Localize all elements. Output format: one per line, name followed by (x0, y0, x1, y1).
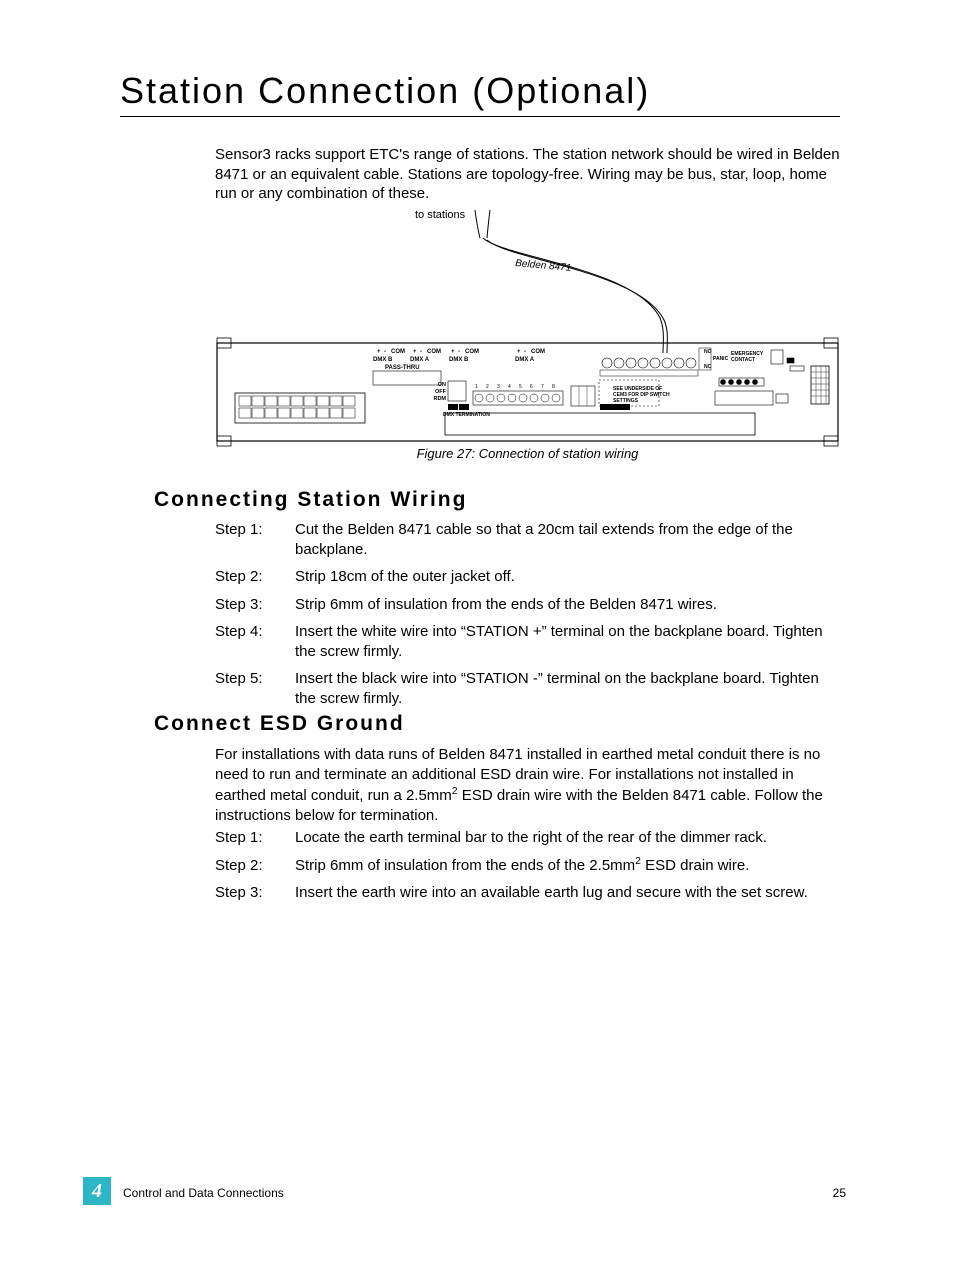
svg-text:DMX TERMINATION: DMX TERMINATION (443, 412, 490, 418)
footer-section-name: Control and Data Connections (123, 1186, 284, 1200)
step-label: Step 2: (215, 567, 295, 587)
step-text: Strip 6mm of insulation from the ends of… (295, 595, 840, 615)
svg-text:PANIC: PANIC (713, 356, 729, 362)
step-label: Step 5: (215, 669, 295, 708)
svg-text:COM: COM (427, 349, 441, 355)
svg-text:2: 2 (486, 384, 489, 390)
svg-text:RDM: RDM (433, 396, 446, 402)
step-text: Insert the black wire into “STATION -” t… (295, 669, 840, 708)
svg-text:8: 8 (552, 384, 555, 390)
step-row: Step 3:Strip 6mm of insulation from the … (215, 595, 840, 615)
svg-text:7: 7 (541, 384, 544, 390)
svg-text:NC: NC (704, 364, 712, 370)
step-label: Step 1: (215, 828, 295, 848)
esd-intro-paragraph: For installations with data runs of Beld… (215, 745, 840, 826)
steps-section-1: Step 1:Cut the Belden 8471 cable so that… (215, 520, 840, 716)
svg-text:-: - (458, 349, 460, 355)
figure-27: to stations Belden 8471 (215, 208, 840, 458)
step-text: Strip 6mm of insulation from the ends of… (295, 856, 840, 876)
svg-text:PASS-THRU: PASS-THRU (385, 365, 420, 371)
svg-text:NO: NO (704, 349, 712, 355)
intro-paragraph: Sensor3 racks support ETC's range of sta… (215, 145, 840, 204)
svg-text:DMX A: DMX A (515, 357, 535, 363)
svg-text:SETTINGS: SETTINGS (613, 398, 639, 404)
step-label: Step 3: (215, 883, 295, 903)
step-text: Strip 18cm of the outer jacket off. (295, 567, 840, 587)
heading-connecting-station-wiring: Connecting Station Wiring (154, 488, 467, 512)
step-row: Step 2:Strip 6mm of insulation from the … (215, 856, 840, 876)
step-text: Cut the Belden 8471 cable so that a 20cm… (295, 520, 840, 559)
step-text: Insert the white wire into “STATION +” t… (295, 622, 840, 661)
svg-text:+: + (377, 349, 381, 355)
svg-text:COM: COM (391, 349, 405, 355)
svg-text:DMX B: DMX B (449, 357, 469, 363)
cable-label: Belden 8471 (515, 258, 572, 274)
svg-text:+: + (451, 349, 455, 355)
svg-text:-: - (524, 349, 526, 355)
step-row: Step 1:Locate the earth terminal bar to … (215, 828, 840, 848)
svg-text:-: - (420, 349, 422, 355)
svg-text:+: + (517, 349, 521, 355)
figure-caption: Figure 27: Connection of station wiring (215, 446, 840, 461)
svg-text:COM: COM (531, 349, 545, 355)
svg-text:OFF: OFF (435, 389, 447, 395)
step-label: Step 4: (215, 622, 295, 661)
svg-text:1: 1 (475, 384, 478, 390)
svg-text:4: 4 (508, 384, 511, 390)
to-stations-label: to stations (415, 209, 466, 221)
svg-text:6: 6 (530, 384, 533, 390)
step-label: Step 3: (215, 595, 295, 615)
svg-text:-: - (384, 349, 386, 355)
step-row: Step 4:Insert the white wire into “STATI… (215, 622, 840, 661)
page-title: Station Connection (Optional) (120, 70, 650, 112)
svg-text:5: 5 (519, 384, 522, 390)
steps-section-2: Step 1:Locate the earth terminal bar to … (215, 828, 840, 911)
step-row: Step 3:Insert the earth wire into an ava… (215, 883, 840, 903)
svg-text:ON: ON (438, 382, 446, 388)
step-row: Step 1:Cut the Belden 8471 cable so that… (215, 520, 840, 559)
svg-text:DMX B: DMX B (373, 357, 393, 363)
step-text: Insert the earth wire into an available … (295, 883, 840, 903)
chapter-badge: 4 (83, 1177, 111, 1205)
step-row: Step 5:Insert the black wire into “STATI… (215, 669, 840, 708)
svg-text:+: + (413, 349, 417, 355)
step-text: Locate the earth terminal bar to the rig… (295, 828, 840, 848)
heading-connect-esd-ground: Connect ESD Ground (154, 712, 405, 736)
step-row: Step 2:Strip 18cm of the outer jacket of… (215, 567, 840, 587)
svg-text:COM: COM (465, 349, 479, 355)
title-rule (120, 116, 840, 117)
step-label: Step 1: (215, 520, 295, 559)
step-label: Step 2: (215, 856, 295, 876)
svg-text:3: 3 (497, 384, 500, 390)
svg-text:DMX A: DMX A (410, 357, 430, 363)
svg-text:CONTACT: CONTACT (731, 357, 755, 363)
footer-page-number: 25 (833, 1186, 846, 1200)
